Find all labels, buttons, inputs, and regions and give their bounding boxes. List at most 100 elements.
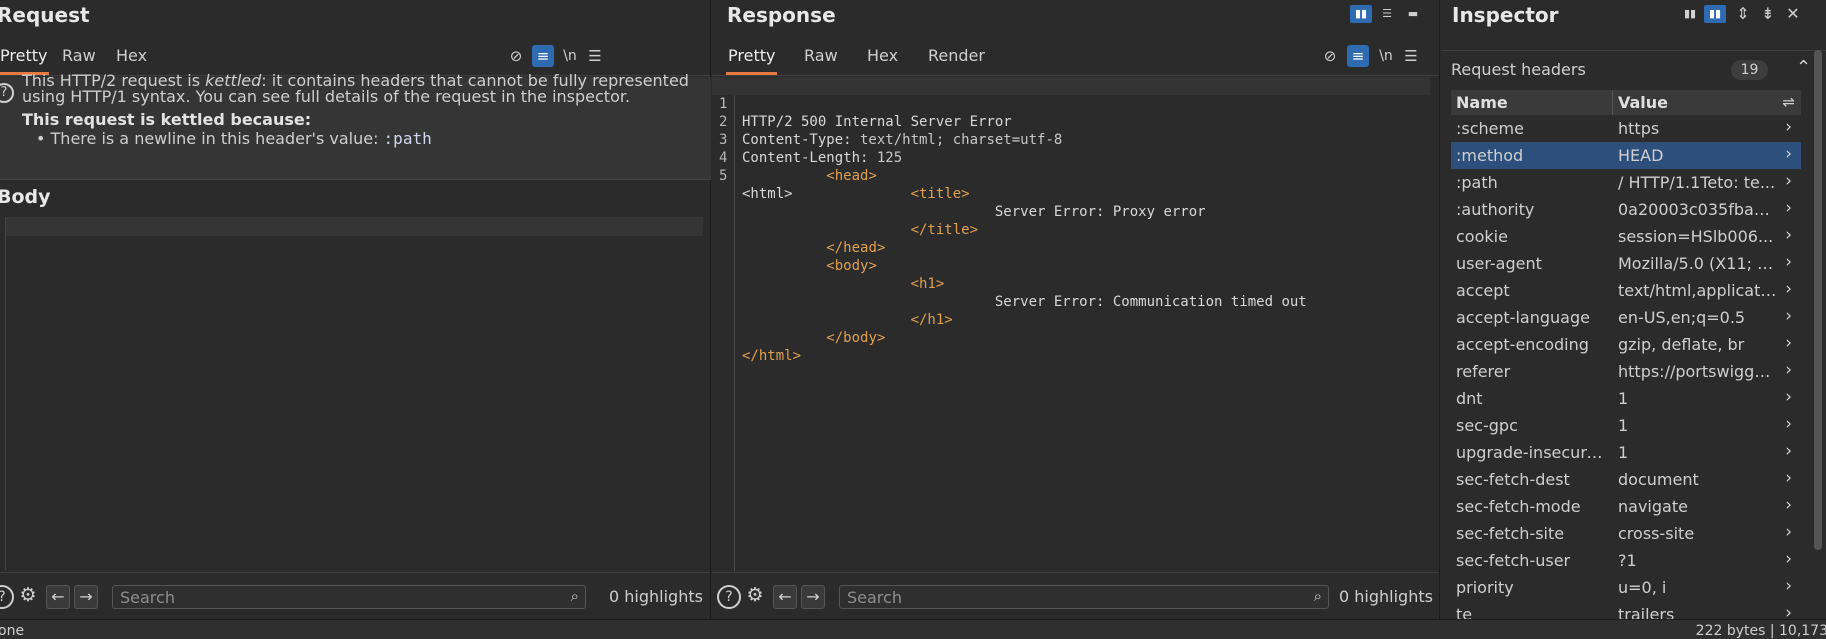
header-name: sec-gpc xyxy=(1456,416,1518,435)
chevron-right-icon[interactable]: › xyxy=(1785,144,1792,164)
chevron-right-icon[interactable]: › xyxy=(1785,576,1792,596)
body-current-line xyxy=(6,217,703,236)
response-highlights: 0 highlights xyxy=(1339,587,1433,606)
hide-nonprintable-icon[interactable]: ⊘ xyxy=(1319,45,1341,67)
wrap-lines-icon[interactable]: ⇌ xyxy=(1782,93,1795,111)
layout-tabs-icon[interactable]: ▬ xyxy=(1402,5,1424,23)
chevron-right-icon[interactable]: › xyxy=(1785,414,1792,434)
inspector-title: Inspector xyxy=(1452,3,1559,27)
html-body-lines: <head> <title> Server Error: Proxy error… xyxy=(712,167,1430,365)
chevron-right-icon[interactable]: › xyxy=(1785,468,1792,488)
request-bottom-bar: ? ⚙ ← → Search ⌕ 0 highlights xyxy=(0,572,710,618)
column-value[interactable]: Value xyxy=(1618,93,1668,112)
chevron-right-icon[interactable]: › xyxy=(1785,387,1792,407)
code-line: Server Error: Communication timed out xyxy=(994,294,1307,310)
inspector-scrollbar[interactable] xyxy=(1814,50,1822,550)
newline-toggle[interactable]: \n xyxy=(559,45,581,67)
layout-panel-icon[interactable]: ▮▮ xyxy=(1704,5,1726,23)
help-icon[interactable]: ? xyxy=(0,83,14,103)
next-arrow-icon[interactable]: → xyxy=(801,585,825,609)
column-name[interactable]: Name xyxy=(1456,93,1508,112)
table-row[interactable]: accept-language en-US,en;q=0.5 › xyxy=(1451,304,1801,331)
help-icon[interactable]: ? xyxy=(717,585,741,609)
table-row[interactable]: :method HEAD › xyxy=(1451,142,1801,169)
header-value: https://portswigge... xyxy=(1618,362,1778,381)
table-row[interactable]: upgrade-insecure-... 1 › xyxy=(1451,439,1801,466)
headers-table: Name Value ⇌ :scheme https ›:method HEAD ›:p… xyxy=(1451,90,1801,628)
gear-icon[interactable]: ⚙ xyxy=(16,585,40,609)
tab-hex[interactable]: Hex xyxy=(865,45,900,75)
response-search-input[interactable]: Search ⌕ xyxy=(839,585,1329,609)
table-row[interactable]: :path / HTTP/1.1Teto: te... › xyxy=(1451,169,1801,196)
tab-render[interactable]: Render xyxy=(926,45,987,75)
table-row[interactable]: accept-encoding gzip, deflate, br › xyxy=(1451,331,1801,358)
word-wrap-icon[interactable]: ≡ xyxy=(1347,45,1369,67)
chevron-right-icon[interactable]: › xyxy=(1785,171,1792,191)
table-row[interactable]: sec-fetch-mode navigate › xyxy=(1451,493,1801,520)
header-name: :path xyxy=(1456,173,1498,192)
hide-nonprintable-icon[interactable]: ⊘ xyxy=(505,45,527,67)
chevron-right-icon[interactable]: › xyxy=(1785,360,1792,380)
menu-icon[interactable]: ☰ xyxy=(584,45,606,67)
previous-arrow-icon[interactable]: ← xyxy=(773,585,797,609)
expand-all-icon[interactable]: ⇕ xyxy=(1732,5,1754,23)
collapse-all-icon[interactable]: ⇟ xyxy=(1757,5,1779,23)
request-search-input[interactable]: Search ⌕ xyxy=(112,585,586,609)
table-row[interactable]: user-agent Mozilla/5.0 (X11; L... › xyxy=(1451,250,1801,277)
response-size: 222 bytes | 10,173 xyxy=(1695,623,1826,639)
layout-stacked-icon[interactable]: ☰ xyxy=(1376,5,1398,23)
header-value: en-US,en;q=0.5 xyxy=(1618,308,1746,327)
table-row[interactable]: sec-fetch-user ?1 › xyxy=(1451,547,1801,574)
layout-side-by-side-icon[interactable]: ▮▮ xyxy=(1350,5,1372,23)
next-arrow-icon[interactable]: → xyxy=(74,585,98,609)
header-name: accept xyxy=(1456,281,1510,300)
chevron-right-icon[interactable]: › xyxy=(1785,117,1792,137)
table-row[interactable]: priority u=0, i › xyxy=(1451,574,1801,601)
help-icon[interactable]: ? xyxy=(0,585,14,609)
chevron-right-icon[interactable]: › xyxy=(1785,522,1792,542)
gear-icon[interactable]: ⚙ xyxy=(743,585,767,609)
header-value: 1 xyxy=(1618,389,1629,408)
chevron-right-icon[interactable]: › xyxy=(1785,225,1792,245)
inspector-pane: Inspector ▮▮ ▮▮ ⇕ ⇟ ✕ Request headers 19… xyxy=(1441,0,1826,624)
header-value: 1 xyxy=(1618,416,1629,435)
chevron-right-icon[interactable]: › xyxy=(1785,252,1792,272)
chevron-right-icon[interactable]: › xyxy=(1785,306,1792,326)
status-bar: one 222 bytes | 10,173 xyxy=(0,619,1826,639)
chevron-right-icon[interactable]: › xyxy=(1785,198,1792,218)
layout-split-icon[interactable]: ▮▮ xyxy=(1679,5,1701,23)
newline-toggle[interactable]: \n xyxy=(1375,45,1397,67)
table-row[interactable]: sec-gpc 1 › xyxy=(1451,412,1801,439)
header-name: user-agent xyxy=(1456,254,1542,273)
header-name: accept-language xyxy=(1456,308,1590,327)
table-row[interactable]: sec-fetch-dest document › xyxy=(1451,466,1801,493)
previous-arrow-icon[interactable]: ← xyxy=(46,585,70,609)
menu-icon[interactable]: ☰ xyxy=(1400,45,1422,67)
header-value: https xyxy=(1618,119,1660,138)
body-editor[interactable] xyxy=(5,217,703,570)
status-text: one xyxy=(0,623,25,639)
header-value: / HTTP/1.1Teto: te... xyxy=(1618,173,1776,192)
request-headers-section[interactable]: Request headers 19 ⌃ xyxy=(1441,50,1826,89)
tab-pretty[interactable]: Pretty xyxy=(726,45,778,75)
code-line: </head> xyxy=(826,240,886,256)
word-wrap-icon[interactable]: ≡ xyxy=(532,45,554,67)
table-row[interactable]: referer https://portswigge... › xyxy=(1451,358,1801,385)
table-row[interactable]: cookie session=HSlb006... › xyxy=(1451,223,1801,250)
table-row[interactable]: dnt 1 › xyxy=(1451,385,1801,412)
chevron-right-icon[interactable]: › xyxy=(1785,333,1792,353)
response-editor[interactable]: 1 HTTP/2 500 Internal Server Error 2 Con… xyxy=(712,77,1430,365)
table-row[interactable]: :scheme https › xyxy=(1451,115,1801,142)
header-value: HEAD xyxy=(1618,146,1664,165)
table-row[interactable]: sec-fetch-site cross-site › xyxy=(1451,520,1801,547)
chevron-right-icon[interactable]: › xyxy=(1785,495,1792,515)
chevron-up-icon[interactable]: ⌃ xyxy=(1796,57,1811,78)
table-row[interactable]: :authority 0a20003c035fba9... › xyxy=(1451,196,1801,223)
tab-raw[interactable]: Raw xyxy=(802,45,840,75)
close-icon[interactable]: ✕ xyxy=(1782,5,1804,23)
chevron-right-icon[interactable]: › xyxy=(1785,441,1792,461)
chevron-right-icon[interactable]: › xyxy=(1785,279,1792,299)
chevron-right-icon[interactable]: › xyxy=(1785,549,1792,569)
table-row[interactable]: accept text/html,applicati... › xyxy=(1451,277,1801,304)
header-name: :method xyxy=(1456,146,1524,165)
